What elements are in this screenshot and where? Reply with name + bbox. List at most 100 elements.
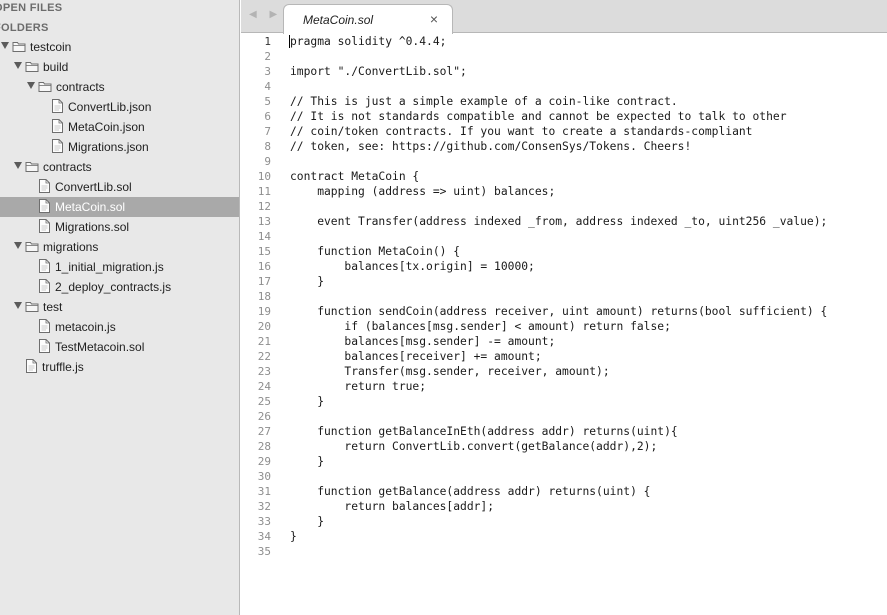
folder-icon [38,80,53,93]
disclosure-triangle-icon[interactable] [1,42,9,49]
tree-folder-migrations[interactable]: migrations [0,237,239,257]
file-icon [39,259,50,273]
file-icon [39,319,50,333]
tree-folder-contracts[interactable]: contracts [0,157,239,177]
line-number: 8 [264,140,271,153]
code-line[interactable] [290,79,887,94]
code-line[interactable]: // coin/token contracts. If you want to … [290,124,887,139]
code-line[interactable]: return ConvertLib.convert(getBalance(add… [290,439,887,454]
code-line[interactable]: if (balances[msg.sender] < amount) retur… [290,319,887,334]
disclosure-triangle-icon[interactable] [14,242,22,249]
code-line[interactable]: balances[tx.origin] = 10000; [290,259,887,274]
code-line[interactable]: pragma solidity ^0.4.4; [290,34,887,49]
close-icon[interactable]: × [430,11,438,27]
line-number: 28 [257,440,271,453]
code-line[interactable] [290,49,887,64]
code-line[interactable]: } [290,394,887,409]
code-line[interactable] [290,289,887,304]
open-files-header[interactable]: OPEN FILES [0,0,62,17]
code-line[interactable]: // token, see: https://github.com/Consen… [290,139,887,154]
file-icon [52,119,63,133]
line-number: 3 [264,65,271,78]
code-line[interactable] [290,544,887,559]
tree-item-label: MetaCoin.json [68,120,145,134]
tree-item-label: MetaCoin.sol [55,200,126,214]
code-line[interactable]: function sendCoin(address receiver, uint… [290,304,887,319]
code-line[interactable]: function getBalanceInEth(address addr) r… [290,424,887,439]
code-line[interactable] [290,154,887,169]
code-line[interactable]: } [290,529,887,544]
code-line[interactable] [290,469,887,484]
file-icon [39,179,50,193]
line-number: 2 [264,50,271,63]
line-number: 13 [257,215,271,228]
code-line[interactable]: mapping (address => uint) balances; [290,184,887,199]
tree-file-metacoin-sol[interactable]: MetaCoin.sol [0,197,239,217]
code-line[interactable]: } [290,514,887,529]
tree-file-testmetacoin-sol[interactable]: TestMetacoin.sol [0,337,239,357]
folders-header[interactable]: FOLDERS [0,19,49,37]
tree-folder-build[interactable]: build [0,57,239,77]
line-number: 24 [257,380,271,393]
code-line[interactable]: // It is not standards compatible and ca… [290,109,887,124]
tree-file-convertlib-json[interactable]: ConvertLib.json [0,97,239,117]
tree-item-label: truffle.js [42,360,84,374]
line-number: 17 [257,275,271,288]
tree-folder-test[interactable]: test [0,297,239,317]
file-icon [39,219,50,233]
line-number: 11 [257,185,271,198]
tree-item-label: Migrations.json [68,140,149,154]
line-number: 18 [257,290,271,303]
line-number: 32 [257,500,271,513]
tree-file-2-deploy-contracts-js[interactable]: 2_deploy_contracts.js [0,277,239,297]
code-line[interactable]: contract MetaCoin { [290,169,887,184]
disclosure-triangle-icon[interactable] [14,302,22,309]
folder-icon [25,300,40,313]
line-number: 16 [257,260,271,273]
line-numbers: 1 2 3 4 5 6 7 8 9 10 11 12 13 14 15 16 17 18 19 20 21 22 23 24 2… [241,34,271,559]
disclosure-triangle-icon[interactable] [14,162,22,169]
code-line[interactable]: return balances[addr]; [290,499,887,514]
code-line[interactable]: balances[receiver] += amount; [290,349,887,364]
tree-file-convertlib-sol[interactable]: ConvertLib.sol [0,177,239,197]
tab-nav-arrows[interactable]: ◀ ▶ [249,9,282,20]
code-line[interactable]: function getBalance(address addr) return… [290,484,887,499]
code-line[interactable] [290,199,887,214]
code-line[interactable]: function MetaCoin() { [290,244,887,259]
code-line[interactable]: Transfer(msg.sender, receiver, amount); [290,364,887,379]
code-line[interactable] [290,229,887,244]
folder-icon [25,160,40,173]
tree-item-label: testcoin [30,40,72,54]
code-line[interactable]: event Transfer(address indexed _from, ad… [290,214,887,229]
code-line[interactable]: return true; [290,379,887,394]
tree-file-metacoin-json[interactable]: MetaCoin.json [0,117,239,137]
tree-folder-testcoin[interactable]: testcoin [0,37,239,57]
tree-item-label: 2_deploy_contracts.js [55,280,172,294]
code-line[interactable]: } [290,274,887,289]
disclosure-triangle-icon[interactable] [27,82,35,89]
folder-icon [25,60,40,73]
tab-metacoin-sol[interactable]: MetaCoin.sol × [283,4,453,34]
line-number: 29 [257,455,271,468]
tree-item-label: test [43,300,63,314]
code-line[interactable]: balances[msg.sender] -= amount; [290,334,887,349]
tree-file-metacoin-js[interactable]: metacoin.js [0,317,239,337]
tree-file-1-initial-migration-js[interactable]: 1_initial_migration.js [0,257,239,277]
tree-folder-contracts[interactable]: contracts [0,77,239,97]
tree-file-migrations-json[interactable]: Migrations.json [0,137,239,157]
code-line[interactable] [290,409,887,424]
file-icon [52,99,63,113]
code-line[interactable]: import "./ConvertLib.sol"; [290,64,887,79]
tree-file-truffle-js[interactable]: truffle.js [0,357,239,377]
tree-item-label: migrations [43,240,99,254]
code-line[interactable]: // This is just a simple example of a co… [290,94,887,109]
line-number: 4 [264,80,271,93]
code-editor[interactable]: 1 2 3 4 5 6 7 8 9 10 11 12 13 14 15 16 17 18 19 20 21 22 23 24 2… [241,34,887,615]
tree-file-migrations-sol[interactable]: Migrations.sol [0,217,239,237]
code-line[interactable]: } [290,454,887,469]
code-text[interactable]: pragma solidity ^0.4.4; import "./Convert… [290,34,887,559]
tree-item-label: TestMetacoin.sol [55,340,145,354]
tree-item-label: 1_initial_migration.js [55,260,164,274]
disclosure-triangle-icon[interactable] [14,62,22,69]
tree-item-label: contracts [56,80,105,94]
